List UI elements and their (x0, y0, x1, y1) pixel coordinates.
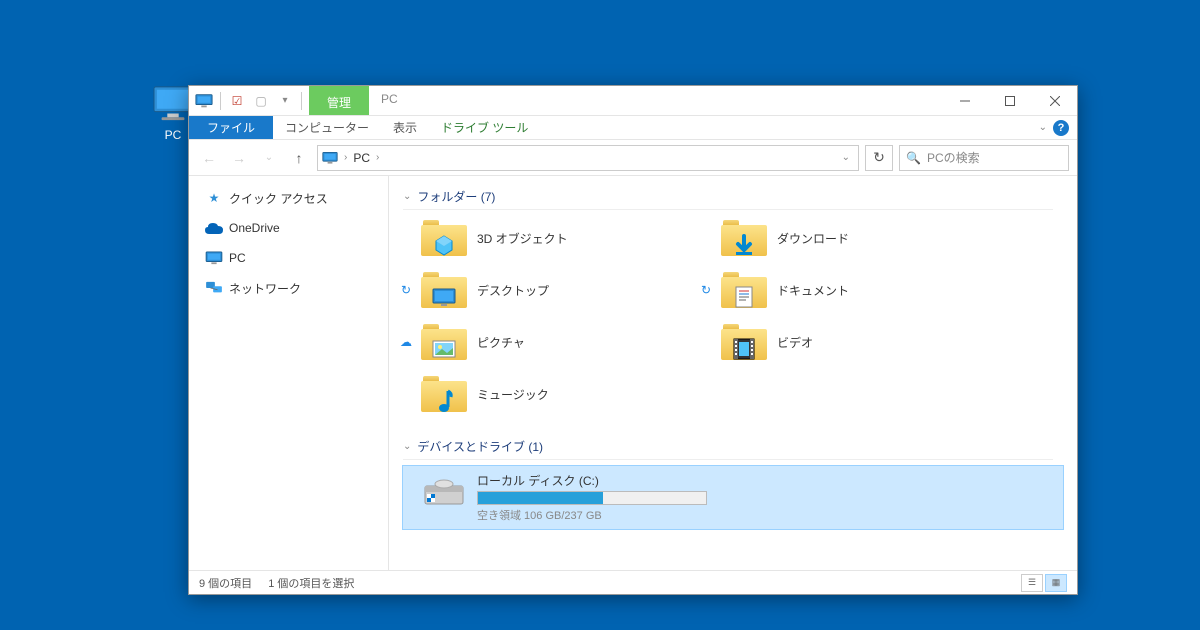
explorer-window: ☑ ▢ ▾ 管理 PC ファイル コンピューター 表示 ドライブ ツール ⌄ ? (188, 85, 1078, 595)
drive-usage-bar (477, 491, 707, 505)
status-item-count: 9 個の項目 (199, 575, 252, 591)
qat-customize-icon[interactable]: ▾ (274, 90, 296, 112)
help-icon[interactable]: ? (1053, 120, 1069, 136)
view-details-button[interactable]: ☰ (1021, 574, 1043, 592)
cloud-status-icon: ☁ (399, 335, 413, 349)
folder-item[interactable]: ビデオ (717, 320, 997, 364)
folder-label: ミュージック (477, 386, 549, 403)
sync-status-icon: ↻ (699, 283, 713, 297)
onedrive-icon (205, 219, 223, 237)
folder-icon (421, 220, 467, 256)
folder-item[interactable]: ↻ デスクトップ (417, 268, 697, 312)
refresh-button[interactable]: ↻ (865, 145, 893, 171)
folder-icon (421, 376, 467, 412)
search-icon: 🔍 (906, 151, 921, 165)
navigation-pane: ★ クイック アクセス OneDrive PC ネットワーク (189, 176, 389, 570)
window-body: ★ クイック アクセス OneDrive PC ネットワーク (189, 176, 1077, 570)
folder-item[interactable]: ↻ ドキュメント (717, 268, 997, 312)
minimize-button[interactable] (942, 86, 987, 115)
breadcrumb-chevron-icon[interactable]: › (344, 152, 347, 163)
chevron-down-icon: ⌄ (403, 441, 411, 452)
tab-drive-tools[interactable]: ドライブ ツール (429, 116, 540, 139)
ribbon-tabs: ファイル コンピューター 表示 ドライブ ツール ⌄ ? (189, 116, 1077, 140)
address-bar[interactable]: › PC › ⌄ (317, 145, 859, 171)
quick-access-toolbar: ☑ ▢ ▾ (189, 86, 309, 115)
folder-grid: 3D オブジェクト ダウンロード ↻ デスクトップ ↻ ドキュメント ☁ ピクチ… (403, 216, 1063, 416)
group-header-folders[interactable]: ⌄ フォルダー (7) (403, 184, 1053, 210)
group-header-label: デバイスとドライブ (1) (417, 438, 543, 455)
sidebar-item-quick-access[interactable]: ★ クイック アクセス (195, 186, 382, 210)
folder-icon (421, 272, 467, 308)
tab-file[interactable]: ファイル (189, 116, 273, 139)
folder-item[interactable]: ダウンロード (717, 216, 997, 260)
qat-this-pc-icon[interactable] (193, 90, 215, 112)
folder-item[interactable]: ☁ ピクチャ (417, 320, 697, 364)
folder-icon (721, 324, 767, 360)
sidebar-item-label: PC (229, 251, 246, 265)
drive-name: ローカル ディスク (C:) (477, 472, 727, 489)
maximize-button[interactable] (987, 86, 1032, 115)
status-selection-count: 1 個の項目を選択 (268, 575, 354, 591)
breadcrumb-pc[interactable]: PC (353, 151, 370, 165)
folder-icon (721, 272, 767, 308)
nav-forward-button[interactable]: → (227, 146, 251, 170)
qat-divider (220, 92, 221, 110)
sidebar-item-label: OneDrive (229, 221, 280, 235)
sidebar-item-label: ネットワーク (229, 280, 301, 297)
address-dropdown-icon[interactable]: ⌄ (838, 152, 854, 163)
tab-computer[interactable]: コンピューター (273, 116, 381, 139)
folder-item[interactable]: ミュージック (417, 372, 697, 416)
content-pane: ⌄ フォルダー (7) 3D オブジェクト ダウンロード ↻ デスクトップ ↻ (389, 176, 1077, 570)
group-header-label: フォルダー (7) (417, 188, 495, 205)
folder-icon (721, 220, 767, 256)
window-title: PC (369, 86, 942, 115)
folder-label: ドキュメント (777, 282, 849, 299)
network-icon (205, 279, 223, 297)
view-tiles-button[interactable]: ▦ (1045, 574, 1067, 592)
folder-label: 3D オブジェクト (477, 230, 568, 247)
nav-up-button[interactable]: ↑ (287, 146, 311, 170)
status-bar: 9 個の項目 1 個の項目を選択 ☰ ▦ (189, 570, 1077, 594)
window-controls (942, 86, 1077, 115)
drive-item-c[interactable]: ローカル ディスク (C:) 空き領域 106 GB/237 GB (403, 466, 1063, 529)
quick-access-icon: ★ (205, 189, 223, 207)
titlebar[interactable]: ☑ ▢ ▾ 管理 PC (189, 86, 1077, 116)
qat-divider-2 (301, 92, 302, 110)
sidebar-item-onedrive[interactable]: OneDrive (195, 216, 382, 240)
drive-free-text: 空き領域 106 GB/237 GB (477, 507, 727, 523)
sync-status-icon: ↻ (399, 283, 413, 297)
folder-item[interactable]: 3D オブジェクト (417, 216, 697, 260)
qat-properties-icon[interactable]: ☑ (226, 90, 248, 112)
contextual-tab-group: 管理 (309, 86, 369, 115)
pc-monitor-icon (322, 151, 338, 165)
folder-icon (421, 324, 467, 360)
folder-label: デスクトップ (477, 282, 549, 299)
breadcrumb-chevron-icon[interactable]: › (376, 152, 379, 163)
close-button[interactable] (1032, 86, 1077, 115)
pc-monitor-icon (205, 249, 223, 267)
nav-back-button[interactable]: ← (197, 146, 221, 170)
group-header-drives[interactable]: ⌄ デバイスとドライブ (1) (403, 434, 1053, 460)
search-input[interactable]: 🔍 PCの検索 (899, 145, 1069, 171)
chevron-down-icon: ⌄ (403, 191, 411, 202)
folder-label: ダウンロード (777, 230, 849, 247)
search-placeholder: PCの検索 (927, 149, 980, 166)
qat-new-folder-icon[interactable]: ▢ (250, 90, 272, 112)
drive-icon (421, 472, 467, 508)
sidebar-item-network[interactable]: ネットワーク (195, 276, 382, 300)
sidebar-item-label: クイック アクセス (229, 190, 328, 207)
address-bar-row: ← → ⌄ ↑ › PC › ⌄ ↻ 🔍 PCの検索 (189, 140, 1077, 176)
tab-view[interactable]: 表示 (381, 116, 429, 139)
ribbon-expand-icon[interactable]: ⌄ (1039, 122, 1047, 133)
sidebar-item-this-pc[interactable]: PC (195, 246, 382, 270)
folder-label: ビデオ (777, 334, 813, 351)
folder-label: ピクチャ (477, 334, 525, 351)
nav-recent-dropdown[interactable]: ⌄ (257, 146, 281, 170)
